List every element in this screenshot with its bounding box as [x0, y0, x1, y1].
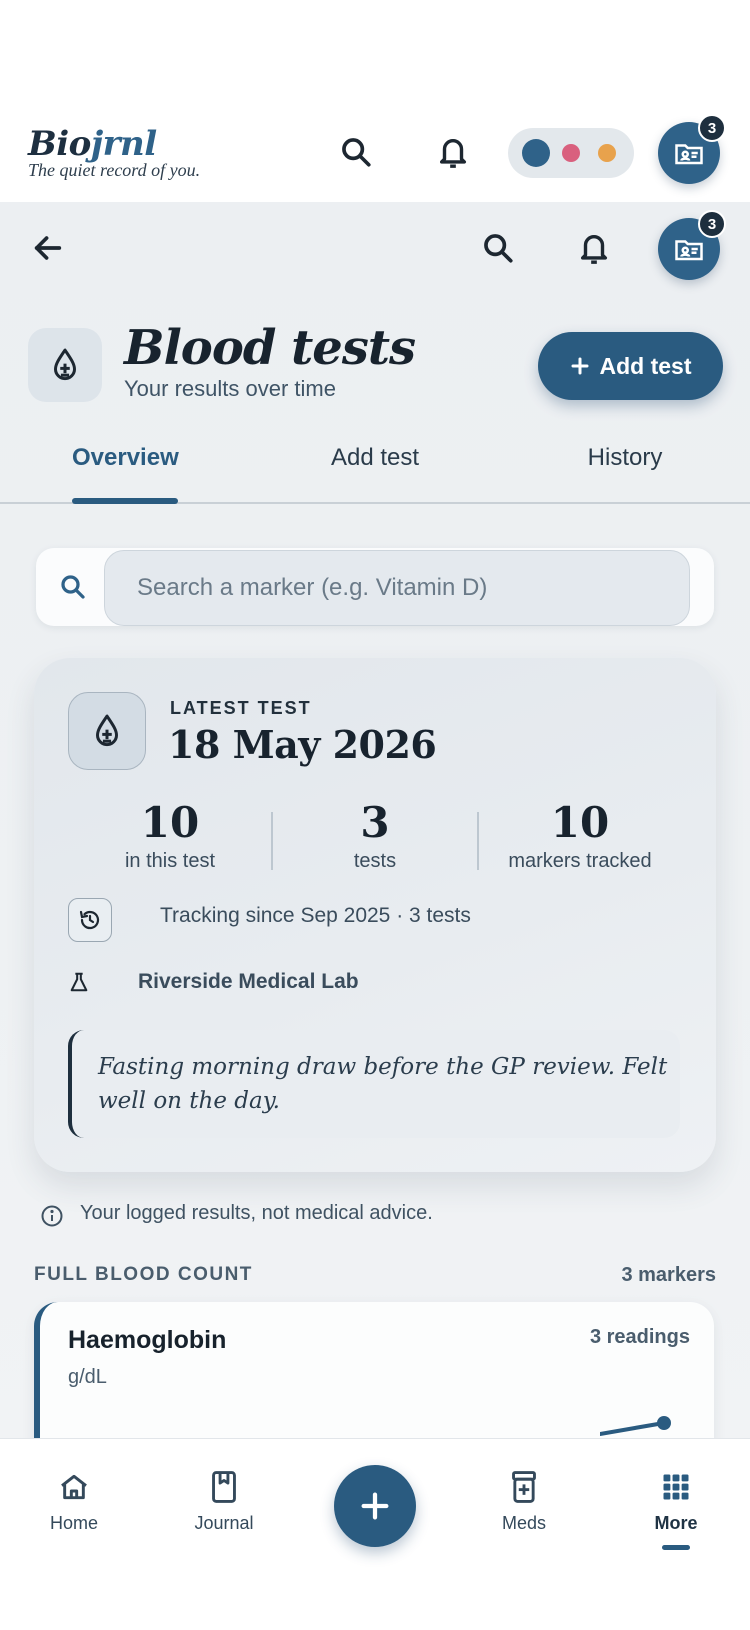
plus-icon: [571, 357, 588, 375]
stat-label: tests: [353, 850, 397, 872]
theme-dot-blue[interactable]: [522, 139, 550, 167]
page-records-button[interactable]: 3: [658, 210, 726, 280]
stat-markers-tracked: 10 markers tracked: [480, 798, 680, 873]
section-title: FULL BLOOD COUNT: [34, 1264, 253, 1285]
bottom-nav: Home Journal Meds More: [0, 1438, 750, 1630]
nav-label: Home: [49, 1513, 98, 1533]
nav-label: Meds: [501, 1513, 546, 1533]
tab-add-test[interactable]: Add test: [300, 444, 450, 472]
search-icon: [342, 138, 371, 167]
bell-icon: [439, 139, 467, 168]
stat-label: markers tracked: [508, 850, 652, 872]
nav-meds[interactable]: Meds: [464, 1469, 584, 1534]
add-test-button[interactable]: Add test: [538, 332, 723, 400]
marker-sparkline: [600, 1416, 671, 1436]
stat-label: in this test: [124, 850, 216, 872]
marker-search: [36, 548, 714, 626]
blood-drop-icon: [28, 328, 102, 402]
flask-icon: [70, 972, 88, 992]
plus-icon: [361, 1492, 389, 1520]
marker-unit: g/dL: [68, 1366, 107, 1388]
stat-value: 10: [140, 798, 200, 847]
disclaimer-text: Your logged results, not medical advice.: [80, 1202, 433, 1224]
marker-name: Haemoglobin: [68, 1326, 227, 1354]
search-icon: [58, 572, 88, 602]
stat-divider: [271, 812, 273, 870]
theme-switcher[interactable]: [508, 128, 634, 178]
add-test-label: Add test: [599, 352, 692, 379]
brand-logo[interactable]: Biojrnl The quiet record of you.: [28, 126, 200, 181]
search-button[interactable]: [330, 126, 382, 178]
records-badge: 3: [698, 114, 726, 142]
latest-test-date: 18 May 2026: [168, 722, 437, 767]
tab-active-indicator: [72, 498, 178, 504]
latest-test-label: LATEST TEST: [170, 698, 312, 718]
book-icon: [164, 1469, 284, 1505]
brand-tagline: The quiet record of you.: [28, 160, 201, 180]
tracking-text: Tracking since Sep 2025 · 3 tests: [160, 904, 471, 927]
blood-tests-page: 3 Blood tests Your results over time Add…: [0, 202, 750, 1438]
contact-card-icon: [675, 144, 703, 165]
page-search-button[interactable]: [472, 222, 524, 274]
sparkline-point: [657, 1416, 671, 1430]
quick-add-button[interactable]: [334, 1465, 416, 1547]
test-note: Fasting morning draw before the GP revie…: [68, 1030, 680, 1138]
info-icon: [41, 1205, 63, 1227]
tab-overview[interactable]: Overview: [72, 444, 179, 472]
records-button[interactable]: 3: [658, 114, 726, 184]
nav-label: More: [654, 1513, 698, 1533]
page-subtitle: Your results over time: [124, 376, 336, 401]
nav-more[interactable]: More: [616, 1469, 736, 1534]
notifications-button[interactable]: [427, 126, 479, 178]
stat-value: 10: [550, 798, 610, 847]
pill-bottle-icon: [464, 1469, 584, 1505]
tab-bar: Overview Add test History: [0, 430, 750, 504]
tab-history[interactable]: History: [560, 444, 690, 472]
test-note-text: Fasting morning draw before the GP revie…: [98, 1054, 668, 1114]
bell-icon: [580, 235, 608, 264]
page-notifications-button[interactable]: [568, 222, 620, 274]
stat-value: 3: [360, 798, 390, 847]
blood-drop-icon: [68, 692, 146, 770]
search-input[interactable]: [104, 550, 690, 626]
home-icon: [14, 1469, 134, 1505]
marker-card-haemoglobin[interactable]: Haemoglobin g/dL 3 readings: [34, 1302, 714, 1438]
history-icon: [68, 898, 112, 942]
brand-name: Biojrnl: [28, 124, 157, 164]
stat-tests: 3 tests: [275, 798, 475, 873]
page-records-badge: 3: [698, 210, 726, 238]
stat-markers-in-test: 10 in this test: [70, 798, 270, 873]
latest-test-card[interactable]: LATEST TEST 18 May 2026 10 in this test …: [34, 658, 716, 1172]
stat-divider: [477, 812, 479, 870]
section-header: FULL BLOOD COUNT 3 markers: [34, 1264, 716, 1294]
grid-icon: [616, 1469, 736, 1505]
lab-name: Riverside Medical Lab: [138, 970, 359, 993]
theme-dot-orange[interactable]: [598, 144, 616, 162]
app-header: Biojrnl The quiet record of you. 3: [0, 106, 750, 202]
back-button[interactable]: [22, 222, 74, 274]
nav-journal[interactable]: Journal: [164, 1469, 284, 1534]
section-count: 3 markers: [621, 1264, 716, 1286]
contact-card-icon: [675, 240, 703, 261]
nav-active-indicator: [662, 1545, 690, 1550]
nav-home[interactable]: Home: [14, 1469, 134, 1534]
search-icon: [484, 234, 513, 263]
arrow-left-icon: [34, 236, 62, 260]
nav-label: Journal: [194, 1513, 254, 1533]
page-title: Blood tests: [124, 320, 416, 376]
theme-dot-pink[interactable]: [562, 144, 580, 162]
marker-readings: 3 readings: [589, 1326, 690, 1348]
